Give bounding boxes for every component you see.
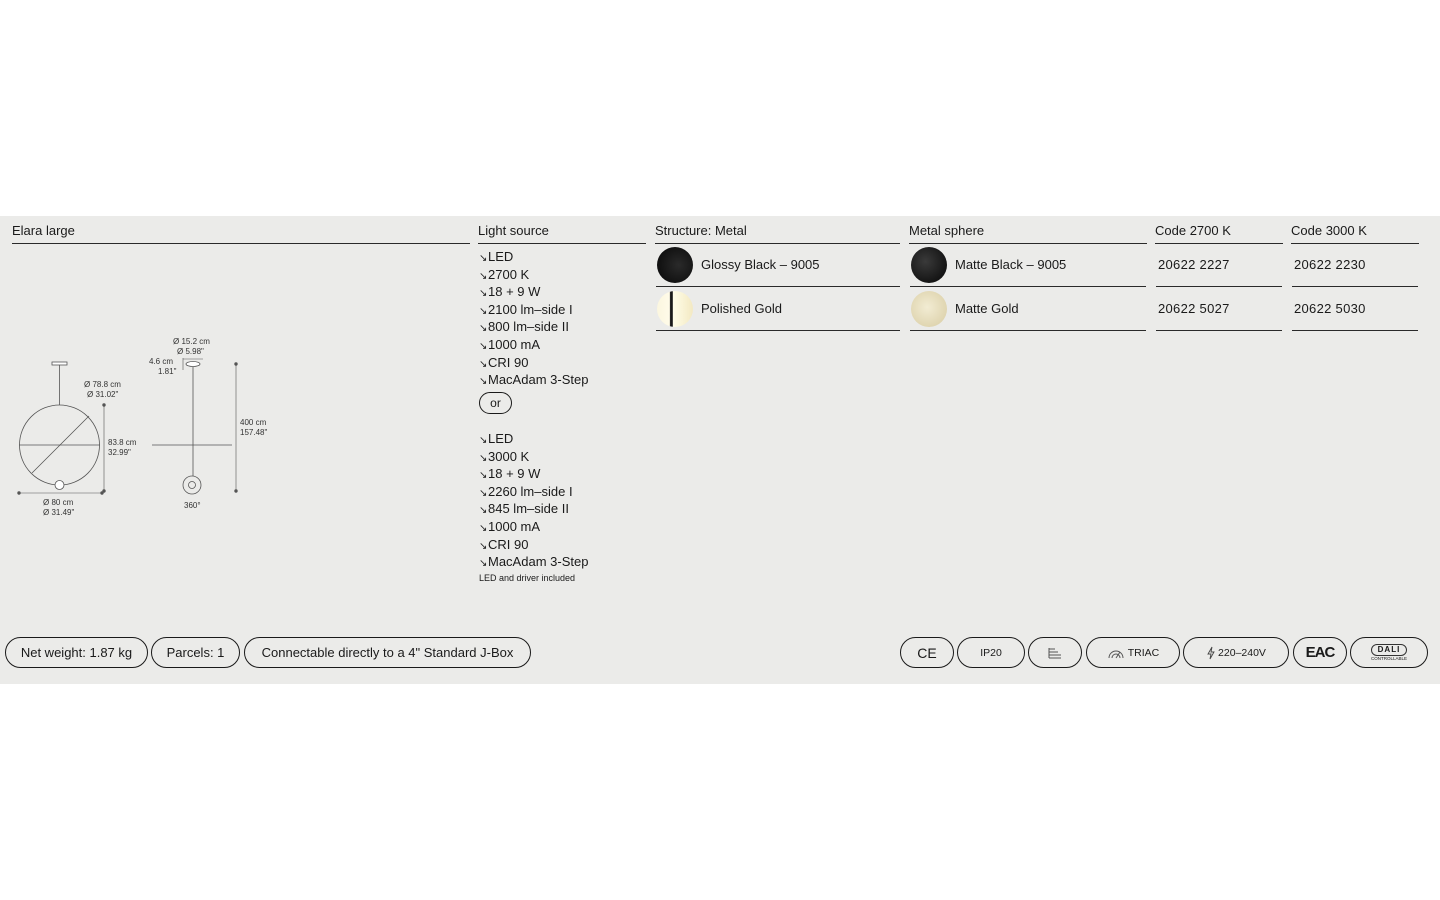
dim-height-cm: 83.8 cm [108, 438, 137, 447]
or-badge: or [479, 392, 512, 414]
dim-rotation: 360° [184, 501, 201, 510]
spec-item: ↘2700 K [479, 267, 588, 285]
arrow-icon: ↘ [479, 340, 488, 352]
structure-finish-label: Glossy Black – 9005 [701, 257, 820, 272]
arrow-icon: ↘ [479, 358, 488, 370]
parcels-badge: Parcels: 1 [151, 637, 240, 668]
structure-header: Structure: Metal [655, 224, 900, 244]
canopy-left [51, 361, 68, 366]
spec-item: ↘845 lm–side II [479, 501, 588, 519]
net-weight-badge: Net weight: 1.87 kg [5, 637, 148, 668]
code-3000-header: Code 3000 K [1291, 224, 1419, 244]
dim-canopy-cm: Ø 15.2 cm [173, 337, 210, 346]
code-3000-cell: 20622 5030 [1292, 287, 1418, 331]
dim-width-in: Ø 31.49" [43, 508, 74, 517]
dim-height-in: 32.99" [108, 448, 131, 457]
rotation-symbol [182, 475, 202, 495]
dim-canopy-in: Ø 5.98" [177, 347, 204, 356]
arrow-icon: ↘ [479, 253, 488, 264]
spec-item: ↘LED [479, 431, 588, 449]
led-driver-note: LED and driver included [479, 573, 576, 583]
code-2700-cell: 20622 2227 [1156, 243, 1282, 287]
arrow-icon: ↘ [479, 305, 488, 317]
spec-item: ↘LED [479, 249, 588, 267]
spec-item: ↘2100 lm–side I [479, 302, 588, 320]
arrow-icon: ↘ [479, 270, 488, 282]
structure-finish-row[interactable]: Polished Gold [656, 287, 900, 331]
matte-black-swatch [911, 246, 947, 283]
spec-item: ↘18 + 9 W [479, 284, 588, 302]
sphere-header: Metal sphere [909, 224, 1147, 244]
product-name: Elara large [12, 224, 470, 244]
matte-gold-swatch [911, 290, 947, 327]
arrow-icon: ↘ [479, 452, 488, 464]
spec-item: ↘CRI 90 [479, 355, 588, 373]
spec-item: ↘MacAdam 3-Step [479, 554, 588, 572]
spec-item: ↘18 + 9 W [479, 466, 588, 484]
arrow-icon: ↘ [479, 470, 488, 482]
dali-subtitle: CONTROLLABLE [1370, 655, 1407, 661]
code-2700-cell: 20622 5027 [1156, 287, 1282, 331]
triac-label: TRIAC [1127, 646, 1160, 659]
jbox-badge: Connectable directly to a 4" Standard J-… [244, 637, 531, 668]
arrow-icon: ↘ [479, 558, 488, 570]
arrow-icon: ↘ [479, 323, 488, 335]
ip-rating: IP20 [980, 646, 1002, 659]
dim-canopy-h-cm: 4.6 cm [149, 357, 173, 366]
light-source-header: Light source [478, 224, 646, 244]
dim-total-cm: 400 cm [240, 418, 267, 427]
sphere-finish-row[interactable]: Matte Black – 9005 [910, 243, 1146, 287]
dim-sphere-in: Ø 31.02" [87, 390, 118, 399]
voltage-badge: 220–240V [1183, 637, 1289, 668]
spec-item: ↘MacAdam 3-Step [479, 372, 588, 390]
ip-badge: IP20 [957, 637, 1025, 668]
diameter-line [31, 415, 90, 474]
dali-badge: DALI CONTROLLABLE [1350, 637, 1428, 668]
sphere-bottom-light [54, 480, 65, 490]
arrow-icon: ↘ [479, 522, 488, 534]
structure-finish-row[interactable]: Glossy Black – 9005 [656, 243, 900, 287]
sphere-finish-label: Matte Black – 9005 [955, 257, 1067, 272]
dim-width-cm: Ø 80 cm [43, 498, 74, 507]
eac-mark: EAC [1305, 644, 1336, 661]
ce-badge: CE [900, 637, 954, 668]
eac-badge: EAC [1293, 637, 1347, 668]
dali-logo: DALI [1370, 643, 1408, 656]
light-source-option-a: ↘LED ↘2700 K ↘18 + 9 W ↘2100 lm–side I ↘… [479, 249, 588, 390]
arrow-icon: ↘ [479, 540, 488, 552]
sphere-finish-row[interactable]: Matte Gold [910, 287, 1146, 331]
code-3000-cell: 20622 2230 [1292, 243, 1418, 287]
spec-item: ↘800 lm–side II [479, 319, 588, 337]
dim-sphere-cm: Ø 78.8 cm [84, 380, 121, 389]
dimmer-icon [1108, 650, 1124, 658]
technical-drawing: Ø 78.8 cm Ø 31.02" 83.8 cm 32.99" Ø 80 c… [17, 337, 267, 517]
polished-gold-swatch [657, 290, 693, 327]
dim-canopy-h-in: 1.81" [158, 367, 177, 376]
voltage-label: 220–240V [1218, 646, 1266, 659]
spec-item: ↘CRI 90 [479, 537, 588, 555]
spec-item: ↘1000 mA [479, 519, 588, 537]
spec-sheet: Elara large Light source Structure: Meta… [0, 216, 1440, 684]
arrow-icon: ↘ [479, 487, 488, 499]
arrow-icon: ↘ [479, 288, 488, 300]
code-2700-header: Code 2700 K [1155, 224, 1283, 244]
triac-badge: TRIAC [1086, 637, 1180, 668]
spec-item: ↘3000 K [479, 449, 588, 467]
arrow-icon: ↘ [479, 376, 488, 388]
spec-item: ↘2260 lm–side I [479, 484, 588, 502]
lightning-icon [1207, 646, 1215, 659]
spec-item: ↘1000 mA [479, 337, 588, 355]
glossy-black-swatch [657, 246, 693, 283]
light-source-option-b: ↘LED ↘3000 K ↘18 + 9 W ↘2260 lm–side I ↘… [479, 431, 588, 572]
dim-total-in: 157.48" [240, 428, 267, 437]
surface-mount-icon [1048, 647, 1061, 658]
canopy-right [185, 361, 201, 367]
arrow-icon: ↘ [479, 505, 488, 517]
ce-mark: CE [917, 644, 937, 661]
sphere-finish-label: Matte Gold [955, 301, 1019, 316]
arrow-icon: ↘ [479, 435, 488, 446]
surface-badge [1028, 637, 1082, 668]
structure-finish-label: Polished Gold [701, 301, 782, 316]
